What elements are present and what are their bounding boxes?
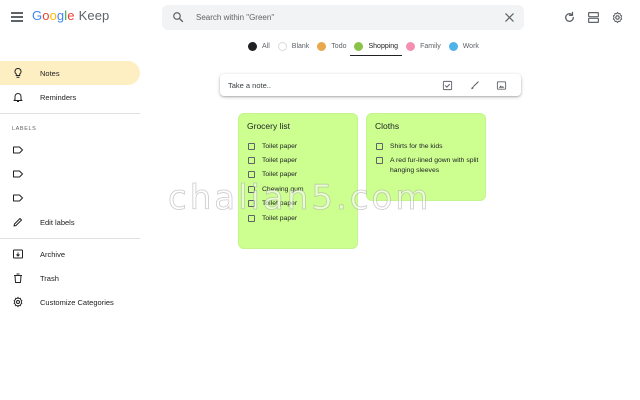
note-card[interactable]: Grocery list Toilet paper Toilet paper T… — [238, 113, 358, 249]
category-dot — [406, 41, 416, 51]
checklist-item-text: Toilet paper — [262, 157, 298, 164]
category-label: Todo — [331, 42, 347, 50]
main-menu-button[interactable] — [10, 10, 24, 24]
sidebar-item-customize-categories[interactable]: Customize Categories — [0, 290, 140, 314]
category-dot — [317, 41, 327, 51]
sidebar-item-notes[interactable]: Notes — [0, 61, 140, 85]
category-blank[interactable]: Blank — [274, 38, 314, 54]
sidebar-item-label-1[interactable] — [0, 138, 140, 162]
list-view-icon[interactable] — [587, 11, 600, 24]
checklist-item: Toilet paper — [248, 142, 297, 153]
checkbox[interactable] — [248, 171, 255, 178]
category-dot — [354, 41, 364, 51]
checklist-item-text: Shirts for the kids — [390, 143, 443, 150]
note-card[interactable]: Cloths Shirts for the kids A red fur-lin… — [366, 113, 486, 201]
settings-gear-icon — [13, 296, 23, 308]
lightbulb-icon — [14, 67, 22, 78]
label-tag-icon — [13, 194, 23, 202]
sidebar-item-label-3[interactable] — [0, 186, 140, 210]
checklist-item-text: Toilet paper — [262, 171, 298, 178]
checklist-item: Toilet paper — [248, 170, 297, 181]
category-dot — [448, 41, 458, 51]
sidebar-item-label: Reminders — [40, 93, 77, 102]
sidebar-item-label: Edit labels — [40, 218, 75, 227]
labels-heading: LABELS — [12, 126, 37, 132]
checkbox[interactable] — [248, 200, 255, 207]
note-title: Cloths — [375, 121, 400, 131]
category-work[interactable]: Work — [445, 38, 483, 54]
bell-icon — [13, 93, 23, 102]
app-logo[interactable]: Google Keep — [32, 8, 109, 23]
checklist-item: Chewing gum — [248, 185, 304, 196]
checkbox[interactable] — [376, 157, 383, 164]
category-dot — [248, 41, 257, 51]
checkbox[interactable] — [376, 143, 383, 150]
checkbox[interactable] — [248, 186, 255, 193]
note-title: Grocery list — [247, 121, 290, 131]
category-label: All — [262, 42, 270, 50]
label-tag-icon — [13, 170, 23, 178]
archive-icon — [13, 249, 23, 259]
checklist-item-text: A red fur-lined gown with split hanging … — [390, 157, 479, 174]
sidebar-item-label: Trash — [40, 274, 59, 283]
brush-icon[interactable] — [469, 80, 480, 91]
checkbox[interactable] — [248, 143, 255, 150]
search-bar — [162, 5, 524, 30]
sidebar-item-label: Archive — [40, 250, 66, 259]
category-shopping[interactable]: Shopping — [350, 38, 402, 56]
app-header: Google Keep — [0, 0, 640, 36]
sidebar-item-edit-labels[interactable]: Edit labels — [0, 210, 140, 234]
category-label: Shopping — [368, 42, 399, 50]
settings-gear-icon[interactable] — [611, 11, 624, 24]
checklist-item: Toilet paper — [248, 156, 297, 167]
trash-icon — [14, 273, 22, 283]
pencil-icon — [13, 218, 22, 227]
category-dot — [277, 41, 287, 51]
category-family[interactable]: Family — [402, 38, 445, 54]
category-label: Work — [462, 42, 479, 50]
sidebar-divider — [0, 113, 140, 114]
checkbox[interactable] — [248, 157, 255, 164]
sidebar: Notes Reminders LABELS Edit labels Archi… — [0, 60, 140, 400]
checklist-item-text: Toilet paper — [262, 143, 298, 150]
checkbox[interactable] — [248, 215, 255, 222]
checklist-item: Toilet paper — [248, 199, 297, 210]
category-label: Blank — [291, 42, 310, 50]
search-icon[interactable] — [172, 11, 184, 23]
close-icon[interactable] — [504, 12, 515, 23]
logo-letter: o — [42, 8, 50, 23]
checklist-item: Shirts for the kids — [376, 142, 481, 153]
new-list-checkbox-icon[interactable] — [442, 80, 453, 91]
logo-letter: e — [67, 8, 75, 23]
checklist-item-text: Chewing gum — [262, 186, 304, 193]
checklist-item-text: Toilet paper — [262, 200, 298, 207]
category-all[interactable]: All — [244, 38, 274, 54]
sidebar-divider — [0, 238, 140, 239]
checklist-item: Toilet paper — [248, 214, 297, 225]
sidebar-item-reminders[interactable]: Reminders — [0, 85, 140, 109]
checklist-item-text: Toilet paper — [262, 215, 298, 222]
category-label: Family — [420, 42, 441, 50]
logo-letter: G — [32, 8, 43, 23]
sidebar-item-trash[interactable]: Trash — [0, 266, 140, 290]
sidebar-item-label-2[interactable] — [0, 162, 140, 186]
label-tag-icon — [13, 146, 23, 154]
refresh-icon[interactable] — [563, 11, 576, 24]
search-input[interactable] — [196, 10, 496, 25]
category-filter: All Blank Todo Shopping Family Work — [244, 38, 483, 56]
checklist-item: A red fur-lined gown with split hanging … — [376, 156, 481, 178]
logo-letter: o — [49, 8, 57, 23]
image-icon[interactable] — [496, 80, 507, 91]
take-note-bar — [220, 74, 521, 96]
take-note-input[interactable] — [228, 78, 428, 92]
category-todo[interactable]: Todo — [313, 38, 350, 54]
sidebar-item-archive[interactable]: Archive — [0, 242, 140, 266]
logo-app-name: Keep — [78, 8, 110, 23]
sidebar-item-label: Notes — [40, 69, 60, 78]
sidebar-item-label: Customize Categories — [40, 298, 114, 307]
